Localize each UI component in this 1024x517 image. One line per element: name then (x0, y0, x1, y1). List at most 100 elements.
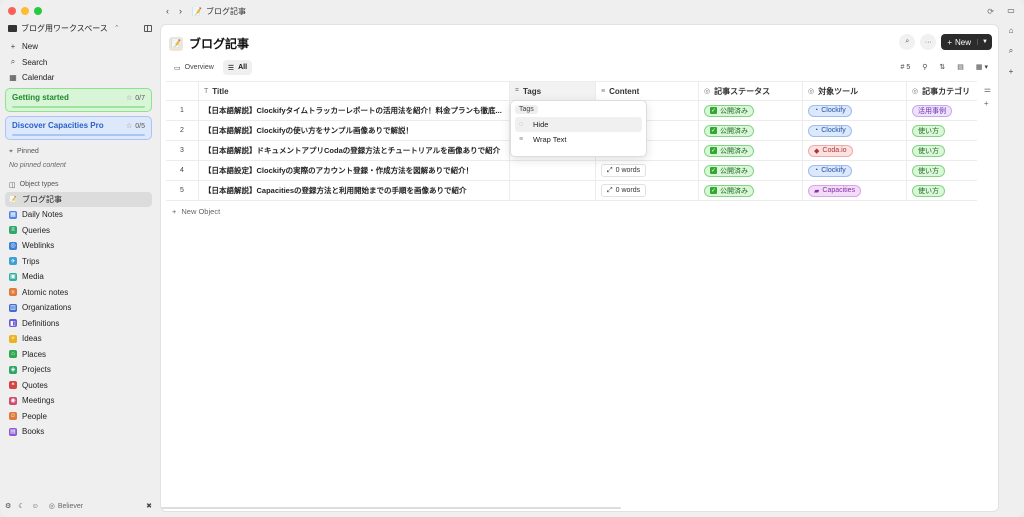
row-title[interactable]: 【日本語解説】ドキュメントアプリCodaの登録方法とチュートリアルを画像ありで紹… (199, 141, 510, 160)
workspace-switcher[interactable]: ブログ用ワークスペース ⌃ (5, 19, 152, 37)
row-title[interactable]: 【日本語解説】Clockifyの使い方をサンプル画像ありで解説！ (199, 121, 510, 140)
nav-new[interactable]: + New (5, 39, 152, 55)
status-badge[interactable]: ✓ 公開済み (704, 124, 754, 137)
panel-icon[interactable]: ▭ (1007, 6, 1015, 15)
maximize-window-button[interactable] (34, 7, 42, 15)
object-type-item[interactable]: ❝ Quotes (5, 378, 152, 394)
object-type-item[interactable]: ▤ Books (5, 424, 152, 440)
nav-calendar[interactable]: ▦ Calendar (5, 70, 152, 86)
row-content[interactable]: ⤢ 0 words (596, 161, 699, 180)
menu-item-wrap-text[interactable]: ≡ Wrap Text (515, 132, 642, 147)
status-badge[interactable]: ✓ 公開済み (704, 144, 754, 157)
category-badge[interactable]: 使い方 (912, 124, 945, 137)
column-header[interactable]: T Title (199, 82, 510, 100)
new-object-button[interactable]: + New Object (172, 207, 220, 216)
believer-badge[interactable]: ◎ Believer (46, 501, 86, 511)
search-icon[interactable]: ⌕ (899, 34, 916, 50)
onboarding-card[interactable]: Discover Capacities Pro ☆ 0/5 (5, 115, 152, 140)
status-badge[interactable]: ✓ 公開済み (704, 104, 754, 117)
add-column-icon[interactable]: + (984, 99, 991, 108)
close-window-button[interactable] (8, 7, 16, 15)
row-title[interactable]: 【日本語設定】Clockifyの実際のアカウント登録・作成方法を図解ありで紹介！ (199, 161, 510, 180)
object-type-item[interactable]: ◎ Weblinks (5, 238, 152, 254)
column-header[interactable]: ◎ 記事ステータス (699, 82, 803, 100)
tab-overview[interactable]: ▭ Overview (169, 60, 219, 75)
column-header[interactable]: ◎ 対象ツール (803, 82, 907, 100)
row-tool[interactable]: ◔ Clockify (803, 161, 907, 180)
back-arrow-icon[interactable]: ‹ (166, 6, 169, 16)
breadcrumb[interactable]: 📝 ブログ記事 (192, 6, 246, 17)
new-button[interactable]: + New ▼ (941, 34, 992, 50)
object-type-item[interactable]: ◈ Projects (5, 362, 152, 378)
layout-icon[interactable]: ▤ (957, 63, 964, 71)
sort-icon[interactable]: ⇅ (939, 63, 945, 71)
horizontal-scrollbar[interactable] (161, 507, 621, 509)
row-title[interactable]: 【日本語解説】Capacitiesの登録方法と利用開始までの手順を画像ありで紹介 (199, 181, 510, 200)
row-category[interactable]: 使い方 (907, 141, 977, 160)
filter-icon[interactable]: ⚲ (922, 63, 927, 71)
word-count[interactable]: ⤢ 0 words (601, 184, 647, 197)
status-badge[interactable]: ✓ 公開済み (704, 164, 754, 177)
sync-icon[interactable]: ⟳ (987, 7, 994, 16)
view-options-icon[interactable]: ▦ ▾ (976, 63, 988, 71)
chevron-down-icon[interactable]: ▼ (977, 39, 988, 45)
category-badge[interactable]: 使い方 (912, 164, 945, 177)
onboarding-card[interactable]: Getting started ☆ 0/7 (5, 87, 152, 112)
row-tags[interactable] (510, 181, 596, 200)
row-title[interactable]: 【日本語解説】Clockifyタイムトラッカーレポートの活用法を紹介！料金プラン… (199, 101, 510, 120)
search-icon[interactable]: ⌕ (1009, 46, 1013, 56)
column-header[interactable]: ≡ Content (596, 82, 699, 100)
column-settings-icon[interactable]: ⚌ (984, 85, 991, 94)
row-status[interactable]: ✓ 公開済み (699, 121, 803, 140)
add-icon[interactable]: + (1009, 67, 1014, 76)
object-type-item[interactable]: ⌂ Places (5, 347, 152, 363)
object-type-item[interactable]: ◧ Definitions (5, 316, 152, 332)
category-badge[interactable]: 使い方 (912, 184, 945, 197)
row-category[interactable]: 使い方 (907, 121, 977, 140)
column-header[interactable]: ⌗ Tags (510, 82, 596, 100)
object-type-item[interactable]: ✈ Trips (5, 254, 152, 270)
row-content[interactable]: ⤢ 0 words (596, 181, 699, 200)
tool-badge[interactable]: ▰ Capacities (808, 184, 862, 197)
row-tool[interactable]: ◆ Coda.io (803, 141, 907, 160)
status-badge[interactable]: ✓ 公開済み (704, 184, 754, 197)
menu-item-hide[interactable]: ◌ Hide (515, 117, 642, 132)
row-status[interactable]: ✓ 公開済み (699, 181, 803, 200)
tab-all[interactable]: ☰ All (222, 60, 253, 75)
account-icon[interactable]: ☺ (32, 503, 39, 510)
more-icon[interactable]: ··· (920, 34, 937, 50)
word-count[interactable]: ⤢ 0 words (601, 164, 647, 177)
tool-badge[interactable]: ◔ Clockify (808, 164, 852, 177)
row-category[interactable]: 使い方 (907, 161, 977, 180)
forward-arrow-icon[interactable]: › (179, 6, 182, 16)
settings-icon[interactable]: ⚙ (5, 502, 11, 510)
table-row[interactable]: 5 【日本語解説】Capacitiesの登録方法と利用開始までの手順を画像ありで紹… (166, 181, 977, 201)
object-type-item[interactable]: 📝 ブログ記事 (5, 191, 152, 207)
object-type-item[interactable]: ◉ Meetings (5, 393, 152, 409)
sidebar-toggle-icon[interactable] (144, 24, 152, 32)
row-status[interactable]: ✓ 公開済み (699, 161, 803, 180)
nav-search[interactable]: ⌕ Search (5, 55, 152, 71)
tool-badge[interactable]: ◔ Clockify (808, 124, 852, 137)
table-row[interactable]: 4 【日本語設定】Clockifyの実際のアカウント登録・作成方法を図解ありで紹介… (166, 161, 977, 181)
object-type-item[interactable]: ≡ Queries (5, 223, 152, 239)
object-type-item[interactable]: ☺ People (5, 409, 152, 425)
object-type-item[interactable]: ⚛ Atomic notes (5, 285, 152, 301)
tools-icon[interactable]: ✖ (146, 502, 152, 510)
tag-icon[interactable]: ⌂ (1009, 26, 1014, 35)
category-badge[interactable]: 活用事例 (912, 104, 952, 117)
tool-badge[interactable]: ◆ Coda.io (808, 144, 853, 157)
row-tags[interactable] (510, 161, 596, 180)
row-tool[interactable]: ◔ Clockify (803, 101, 907, 120)
row-status[interactable]: ✓ 公開済み (699, 101, 803, 120)
minimize-window-button[interactable] (21, 7, 29, 15)
object-type-item[interactable]: ✧ Ideas (5, 331, 152, 347)
category-badge[interactable]: 使い方 (912, 144, 945, 157)
row-category[interactable]: 活用事例 (907, 101, 977, 120)
row-category[interactable]: 使い方 (907, 181, 977, 200)
column-header[interactable]: ◎ 記事カテゴリ (907, 82, 977, 100)
object-type-item[interactable]: ▣ Media (5, 269, 152, 285)
object-type-item[interactable]: ▦ Daily Notes (5, 207, 152, 223)
row-tool[interactable]: ▰ Capacities (803, 181, 907, 200)
object-type-item[interactable]: ▥ Organizations (5, 300, 152, 316)
